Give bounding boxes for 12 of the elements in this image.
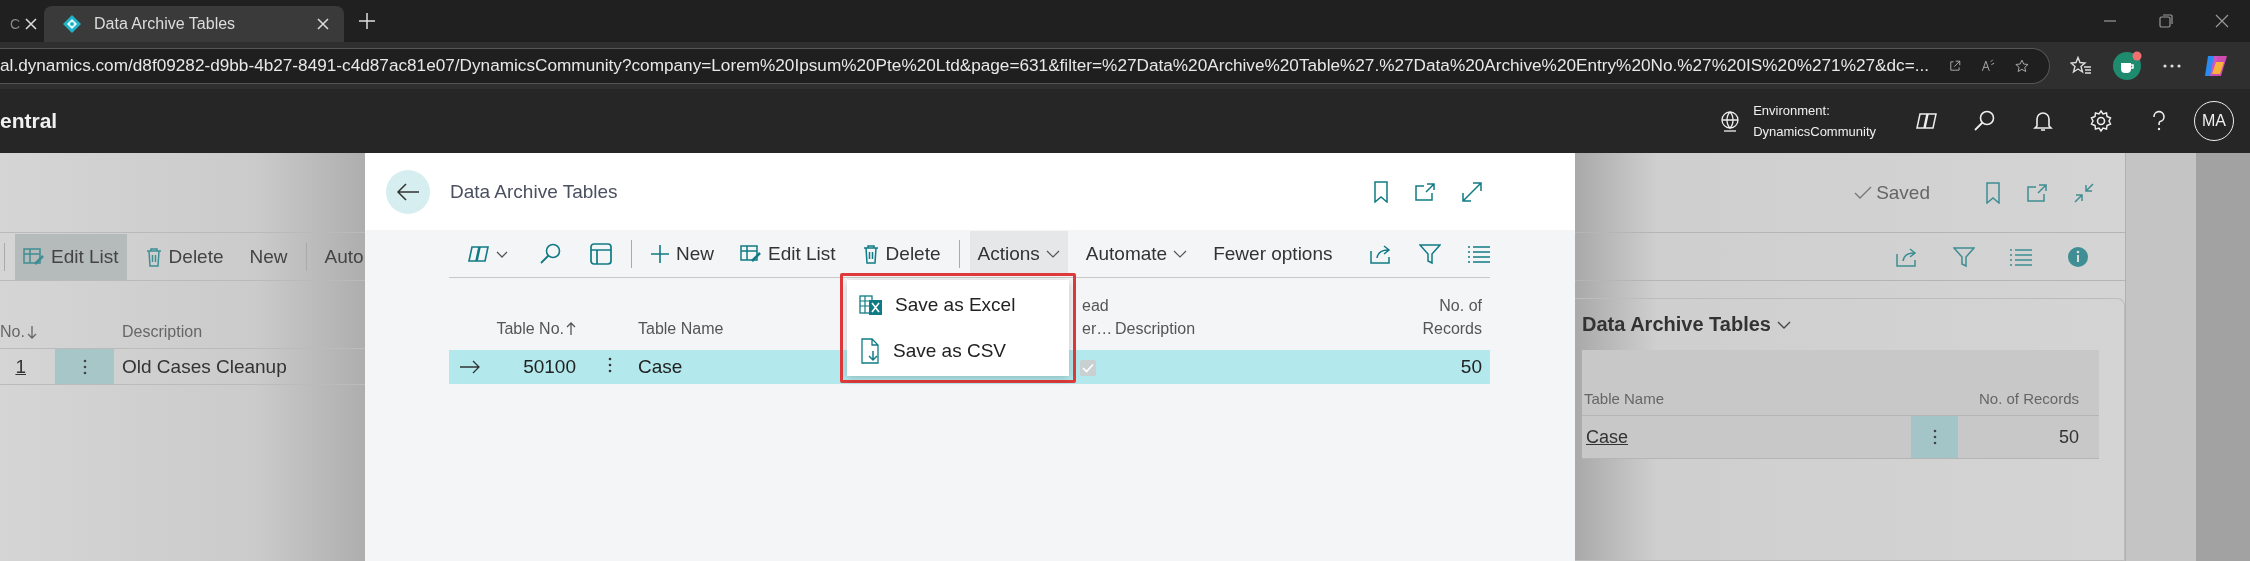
table-cell-text: Old Cases Cleanup xyxy=(121,355,287,378)
column-header: Table Name xyxy=(1584,390,1665,407)
environment-name: DynamicsCommunity xyxy=(1753,124,1876,139)
table-cell-text: Case xyxy=(637,356,684,378)
app-title: entral xyxy=(0,109,58,133)
dialog-title: Data Archive Tables xyxy=(450,180,618,203)
saved-status: Saved xyxy=(1854,181,1930,204)
column-header: No. of Records xyxy=(1978,390,2079,407)
environment-label: Environment: xyxy=(1753,103,1831,118)
table-cell-text: 50100 xyxy=(522,356,577,378)
table-cell-text: 50 xyxy=(1459,356,1483,378)
table-cell-text: 50 xyxy=(2057,426,2080,448)
